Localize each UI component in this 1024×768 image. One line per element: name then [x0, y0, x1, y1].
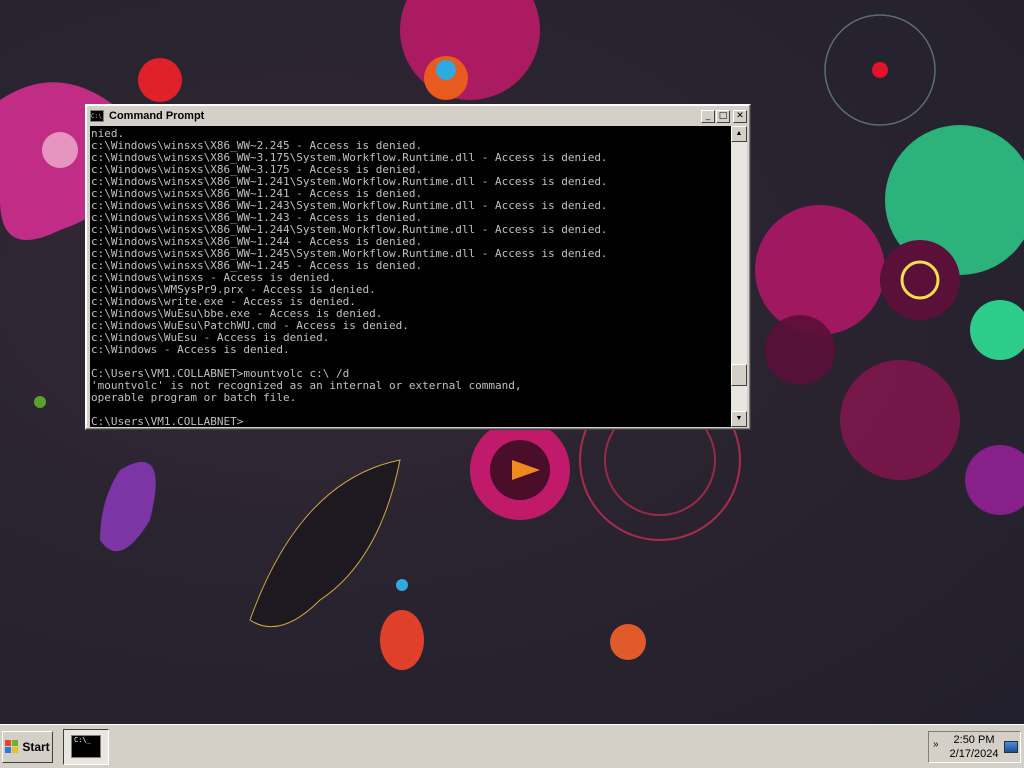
- minimize-button[interactable]: _: [701, 109, 715, 123]
- console-text: nied. c:\Windows\winsxs\X86_WW~2.245 - A…: [91, 127, 608, 428]
- vertical-scrollbar[interactable]: ▲ ▼: [731, 126, 747, 427]
- taskbar-item-command-prompt[interactable]: C:\_: [63, 729, 109, 765]
- taskbar: Start C:\_ » 2:50 PM 2/17/2024: [0, 724, 1024, 768]
- command-prompt-window[interactable]: C:\ Command Prompt _ □ ✕ nied. c:\Window…: [85, 104, 751, 430]
- window-titlebar[interactable]: C:\ Command Prompt _ □ ✕: [88, 107, 748, 125]
- scroll-up-icon[interactable]: ▲: [731, 126, 747, 142]
- start-button[interactable]: Start: [2, 731, 53, 763]
- maximize-button[interactable]: □: [716, 109, 730, 123]
- console-output[interactable]: nied. c:\Windows\winsxs\X86_WW~2.245 - A…: [90, 126, 731, 427]
- close-button[interactable]: ✕: [733, 109, 747, 123]
- windows-logo-icon: [5, 740, 19, 753]
- network-icon[interactable]: [1004, 741, 1018, 753]
- start-label: Start: [22, 740, 50, 754]
- scroll-down-icon[interactable]: ▼: [731, 411, 747, 427]
- system-tray: » 2:50 PM 2/17/2024: [928, 731, 1021, 763]
- window-title: Command Prompt: [109, 110, 205, 122]
- scrollbar-thumb[interactable]: [731, 364, 747, 386]
- clock-date[interactable]: 2/17/2024: [947, 748, 1001, 760]
- tray-expand-icon[interactable]: »: [933, 739, 939, 750]
- console-icon: C:\: [90, 110, 104, 122]
- clock-time[interactable]: 2:50 PM: [947, 734, 1001, 746]
- console-icon: C:\_: [71, 735, 101, 758]
